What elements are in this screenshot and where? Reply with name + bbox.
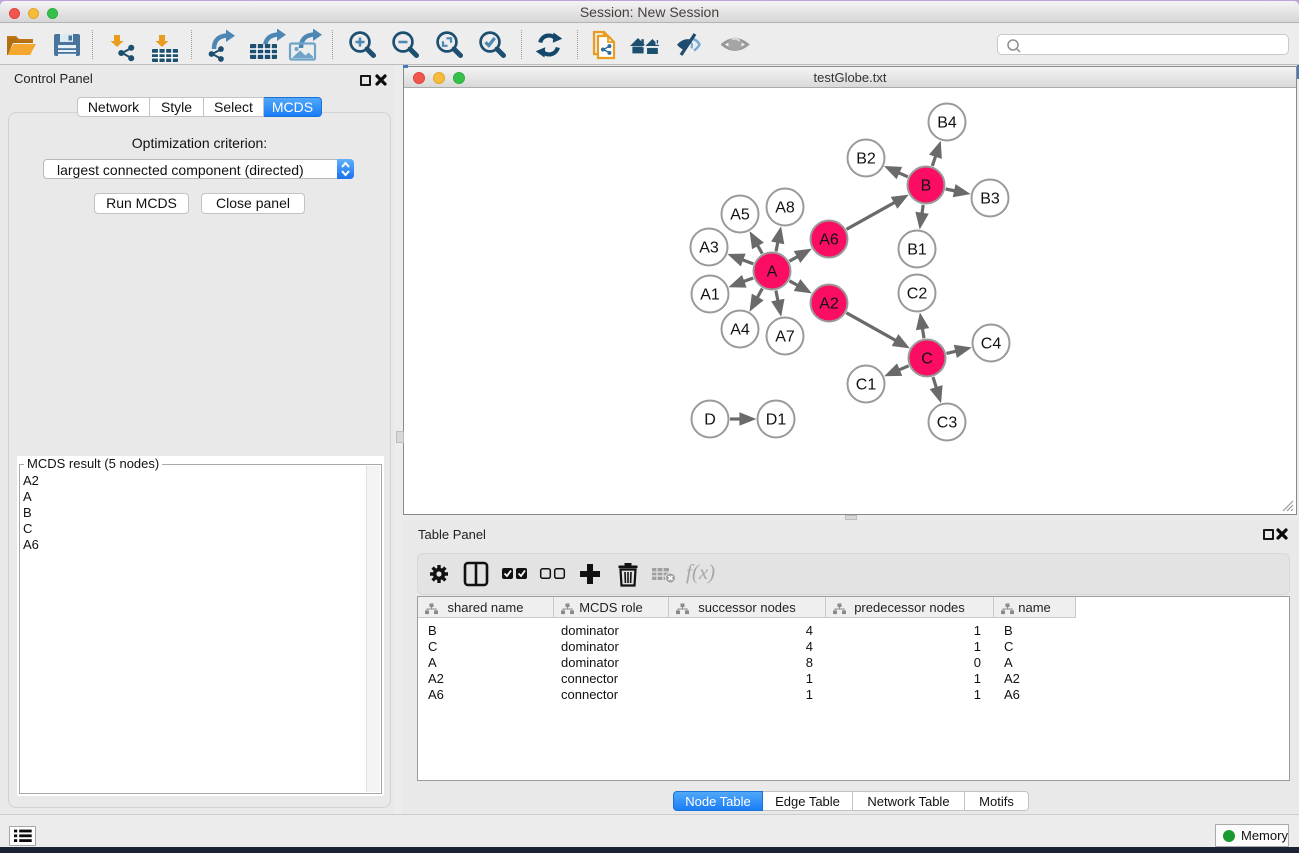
svg-text:B2: B2 — [856, 151, 876, 168]
svg-text:C4: C4 — [981, 336, 1002, 353]
svg-text:B1: B1 — [907, 242, 927, 259]
svg-text:A3: A3 — [699, 240, 719, 257]
svg-text:A5: A5 — [730, 207, 750, 224]
svg-text:A7: A7 — [775, 329, 795, 346]
svg-text:C3: C3 — [937, 415, 958, 432]
svg-text:D1: D1 — [766, 412, 787, 429]
svg-text:A1: A1 — [700, 287, 720, 304]
svg-text:C1: C1 — [856, 377, 877, 394]
svg-text:D: D — [704, 412, 716, 429]
svg-text:B: B — [921, 178, 932, 195]
svg-text:A: A — [767, 264, 778, 281]
svg-text:A4: A4 — [730, 322, 750, 339]
svg-text:A6: A6 — [819, 232, 839, 249]
svg-text:B4: B4 — [937, 115, 957, 132]
svg-text:A2: A2 — [819, 296, 839, 313]
svg-text:A8: A8 — [775, 200, 795, 217]
svg-text:B3: B3 — [980, 191, 1000, 208]
svg-text:C: C — [921, 351, 933, 368]
svg-text:C2: C2 — [907, 286, 928, 303]
